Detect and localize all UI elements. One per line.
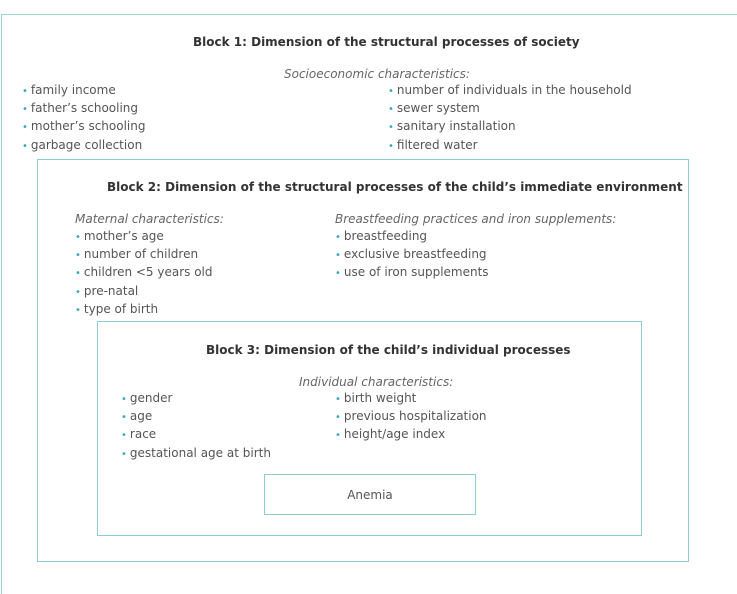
block3-title: Block 3: Dimension of the child’s indivi… [206, 343, 571, 357]
outcome-label: Anemia [347, 487, 393, 502]
list-item: breastfeeding [335, 228, 489, 246]
list-item: age [121, 408, 271, 426]
list-item: sanitary installation [388, 118, 632, 136]
block1-left-list: family income father’s schooling mother’… [22, 82, 146, 155]
list-item: previous hospitalization [335, 408, 487, 426]
list-item: number of individuals in the household [388, 82, 632, 100]
block2-right-subtitle: Breastfeeding practices and iron supplem… [335, 212, 617, 226]
block2-left-subtitle: Maternal characteristics: [75, 212, 224, 226]
list-item: gestational age at birth [121, 445, 271, 463]
block1-subtitle: Socioeconomic characteristics: [284, 67, 470, 81]
block2-left-list: mother’s age number of children children… [75, 228, 213, 319]
outcome-box: Anemia [264, 474, 476, 515]
list-item: gender [121, 390, 271, 408]
block3-left-list: gender age race gestational age at birth [121, 390, 271, 463]
list-item: race [121, 426, 271, 444]
list-item: number of children [75, 246, 213, 264]
block3-right-list: birth weight previous hospitalization he… [335, 390, 487, 445]
list-item: children <5 years old [75, 264, 213, 282]
list-item: mother’s schooling [22, 118, 146, 136]
block1-title: Block 1: Dimension of the structural pro… [193, 35, 580, 49]
list-item: exclusive breastfeeding [335, 246, 489, 264]
block1-right-list: number of individuals in the household s… [388, 82, 632, 155]
list-item: garbage collection [22, 137, 145, 155]
block3-subtitle: Individual characteristics: [299, 375, 454, 389]
list-item: use of iron supplements [335, 264, 489, 282]
block2-title: Block 2: Dimension of the structural pro… [107, 180, 683, 194]
list-item: father’s schooling [22, 100, 145, 118]
list-item: filtered water [388, 137, 632, 155]
list-item: birth weight [335, 390, 487, 408]
list-item: pre-natal [75, 283, 213, 301]
list-item: family income [22, 82, 145, 100]
block2-right-list: breastfeeding exclusive breastfeeding us… [335, 228, 489, 283]
list-item: sewer system [388, 100, 632, 118]
list-item: mother’s age [75, 228, 213, 246]
list-item: height/age index [335, 426, 487, 444]
list-item: type of birth [75, 301, 213, 319]
